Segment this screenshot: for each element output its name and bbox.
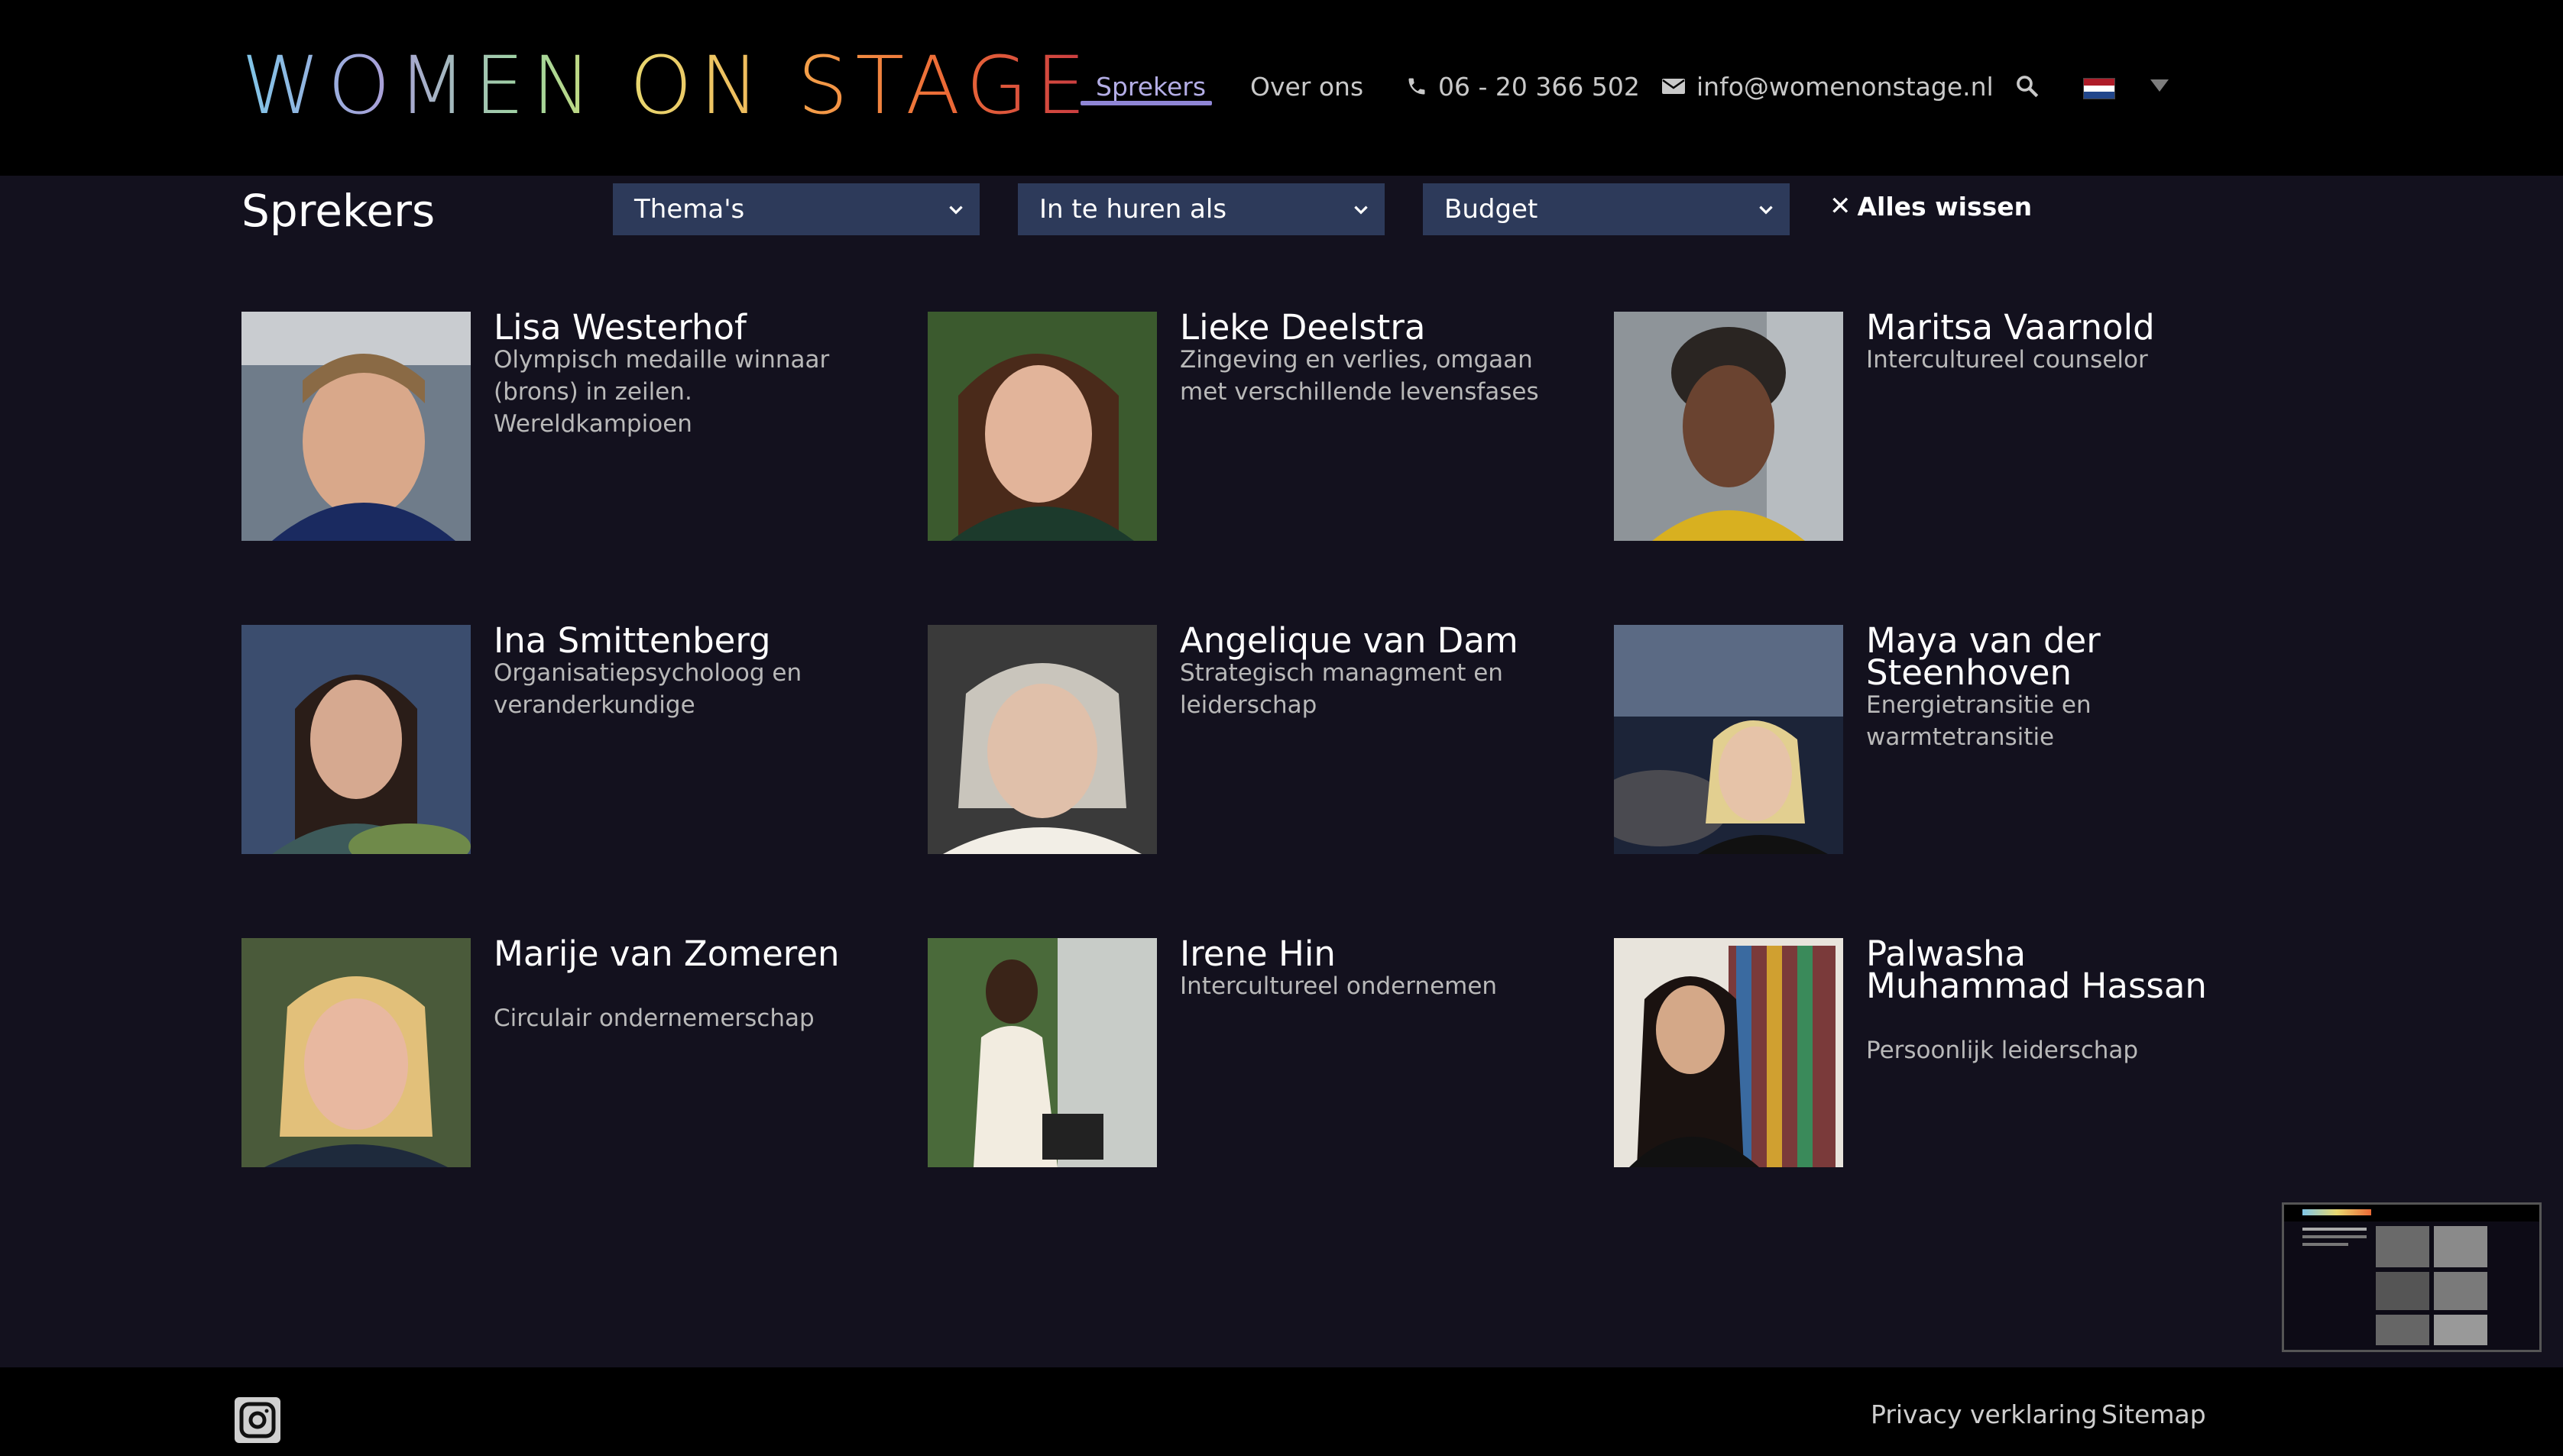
speaker-photo[interactable] bbox=[1614, 938, 1843, 1167]
logo-word-women: WOMEN bbox=[241, 39, 599, 132]
speaker-photo[interactable] bbox=[1614, 312, 1843, 541]
sitemap-link[interactable]: Sitemap bbox=[2101, 1399, 2206, 1429]
themas-select[interactable]: Thema's bbox=[613, 183, 980, 235]
speaker-name[interactable]: Palwasha Muhammad Hassan bbox=[1866, 937, 2225, 1003]
speaker-card[interactable]: Ina Smittenberg Organisatiepsycholoog en… bbox=[241, 623, 883, 856]
instagram-icon[interactable] bbox=[234, 1396, 281, 1444]
preview-logo bbox=[2302, 1209, 2371, 1215]
search-icon[interactable] bbox=[2014, 73, 2040, 99]
budget-select[interactable]: Budget bbox=[1423, 183, 1790, 235]
speaker-description: Zingeving en verlies, omgaan met verschi… bbox=[1180, 346, 1539, 406]
speaker-card[interactable]: Marije van Zomeren Circulair ondernemers… bbox=[241, 937, 883, 1169]
speaker-description: Strategisch managment en leiderschap bbox=[1180, 659, 1503, 719]
preview-photo bbox=[2376, 1226, 2429, 1267]
speaker-name[interactable]: Maya van der Steenhoven bbox=[1866, 623, 2225, 690]
nav-over-ons[interactable]: Over ons bbox=[1250, 66, 1363, 107]
preview-text bbox=[2302, 1243, 2348, 1246]
speaker-description: Olympisch medaille winnaar (brons) in ze… bbox=[494, 346, 830, 438]
speaker-name[interactable]: Lisa Westerhof bbox=[494, 310, 853, 345]
speaker-card[interactable]: Angelique van Dam Strategisch managment … bbox=[928, 623, 1570, 856]
clear-filters-button[interactable]: ✕ Alles wissen bbox=[1829, 191, 2032, 222]
page-preview-thumbnail[interactable] bbox=[2282, 1202, 2542, 1352]
envelope-icon bbox=[1662, 79, 1685, 94]
speaker-photo[interactable] bbox=[241, 938, 471, 1167]
chevron-down-icon bbox=[949, 205, 963, 215]
site-logo[interactable]: WOMEN ON STAGE bbox=[241, 39, 1094, 132]
speaker-photo[interactable] bbox=[241, 625, 471, 854]
phone-icon bbox=[1408, 78, 1425, 95]
logo-word-stage: STAGE bbox=[797, 39, 1094, 132]
preview-photo bbox=[2434, 1226, 2487, 1267]
chevron-down-icon bbox=[1354, 205, 1368, 215]
speaker-card[interactable]: Lieke Deelstra Zingeving en verlies, omg… bbox=[928, 310, 1570, 542]
speaker-name[interactable]: Lieke Deelstra bbox=[1180, 310, 1539, 345]
speaker-description: Intercultureel counselor bbox=[1866, 346, 2148, 374]
speaker-photo[interactable] bbox=[241, 312, 471, 541]
speaker-description: Intercultureel ondernemen bbox=[1180, 972, 1498, 1000]
page-title: Sprekers bbox=[241, 185, 436, 237]
preview-photo bbox=[2376, 1272, 2429, 1310]
speaker-description: Organisatiepsycholoog en veranderkundige bbox=[494, 659, 802, 719]
speaker-photo[interactable] bbox=[928, 312, 1157, 541]
speaker-card[interactable]: Maritsa Vaarnold Intercultureel counselo… bbox=[1614, 310, 2256, 542]
nav-active-indicator bbox=[1081, 101, 1212, 105]
close-icon: ✕ bbox=[1829, 191, 1852, 222]
speaker-card[interactable]: Palwasha Muhammad Hassan Persoonlijk lei… bbox=[1614, 937, 2256, 1169]
speaker-photo[interactable] bbox=[928, 938, 1157, 1167]
chevron-down-icon bbox=[1759, 205, 1773, 215]
speaker-name[interactable]: Ina Smittenberg bbox=[494, 623, 853, 658]
preview-text bbox=[2302, 1228, 2367, 1231]
privacy-link[interactable]: Privacy verklaring bbox=[1871, 1399, 2097, 1429]
dutch-flag-icon[interactable] bbox=[2083, 78, 2115, 99]
nav-email-link[interactable]: info@womenonstage.nl bbox=[1661, 66, 1994, 107]
speaker-name[interactable]: Marije van Zomeren bbox=[494, 937, 853, 971]
speaker-description: Energietransitie en warmtetransitie bbox=[1866, 691, 2092, 751]
preview-photo bbox=[2434, 1272, 2487, 1310]
email-address: info@womenonstage.nl bbox=[1696, 71, 1994, 102]
speaker-description: Circulair ondernemerschap bbox=[494, 1005, 815, 1032]
speaker-name[interactable]: Maritsa Vaarnold bbox=[1866, 310, 2225, 345]
speaker-photo[interactable] bbox=[928, 625, 1157, 854]
speaker-card[interactable]: Irene Hin Intercultureel ondernemen bbox=[928, 937, 1570, 1169]
speaker-card[interactable]: Lisa Westerhof Olympisch medaille winnaa… bbox=[241, 310, 883, 542]
preview-photo bbox=[2376, 1315, 2429, 1345]
preview-photo bbox=[2434, 1315, 2487, 1345]
huren-select-value: In te huren als bbox=[1039, 194, 1227, 225]
speaker-name[interactable]: Angelique van Dam bbox=[1180, 623, 1539, 658]
logo-word-on: ON bbox=[629, 39, 767, 132]
speaker-card[interactable]: Maya van der Steenhoven Energietransitie… bbox=[1614, 623, 2256, 856]
speaker-name[interactable]: Irene Hin bbox=[1180, 937, 1539, 971]
phone-number: 06 - 20 366 502 bbox=[1438, 71, 1640, 102]
speaker-description: Persoonlijk leiderschap bbox=[1866, 1037, 2139, 1064]
caret-down-icon[interactable] bbox=[2150, 79, 2169, 92]
clear-filters-label: Alles wissen bbox=[1857, 191, 2033, 222]
nav-phone-link[interactable]: 06 - 20 366 502 bbox=[1406, 66, 1640, 107]
speaker-photo[interactable] bbox=[1614, 625, 1843, 854]
preview-text bbox=[2302, 1235, 2367, 1238]
budget-select-value: Budget bbox=[1444, 194, 1538, 225]
themas-select-value: Thema's bbox=[634, 194, 745, 225]
huren-select[interactable]: In te huren als bbox=[1018, 183, 1385, 235]
